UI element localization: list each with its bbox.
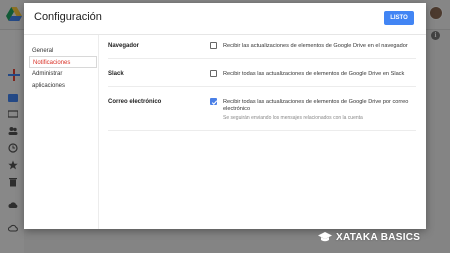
setting-text-email: Recibir todas las actualizaciones de ele…: [223, 99, 409, 112]
nav-item-notifications[interactable]: Notificaciones: [29, 56, 97, 68]
nav-item-manage-apps[interactable]: Administrar aplicaciones: [29, 68, 97, 89]
checkmark-icon: [211, 100, 218, 106]
dialog-header: Configuración LISTO: [24, 3, 426, 35]
slack-notifications-checkbox[interactable]: [210, 70, 217, 77]
xataka-basics-watermark: XATAKA BASICS: [318, 229, 420, 245]
settings-nav: General Notificaciones Administrar aplic…: [24, 35, 98, 229]
row-divider: [108, 58, 416, 59]
setting-label-slack: Slack: [108, 71, 124, 77]
setting-subtext-email: Se seguirán enviando los mensajes relaci…: [223, 115, 363, 121]
setting-label-browser: Navegador: [108, 43, 140, 49]
setting-label-email: Correo electrónico: [108, 99, 162, 105]
browser-notifications-checkbox[interactable]: [210, 42, 217, 49]
email-notifications-checkbox[interactable]: [210, 98, 218, 106]
setting-text-browser: Recibir las actualizaciones de elementos…: [223, 43, 408, 49]
setting-text-slack: Recibir todas las actualizaciones de ele…: [223, 71, 405, 77]
row-divider: [108, 86, 416, 87]
dialog-title: Configuración: [34, 11, 102, 23]
settings-dialog: Configuración LISTO General Notificacion…: [24, 3, 426, 229]
nav-divider: [98, 35, 99, 229]
graduation-cap-icon: [318, 232, 332, 242]
row-divider: [108, 130, 416, 131]
watermark-text: XATAKA BASICS: [336, 231, 421, 243]
done-button[interactable]: LISTO: [384, 11, 414, 25]
